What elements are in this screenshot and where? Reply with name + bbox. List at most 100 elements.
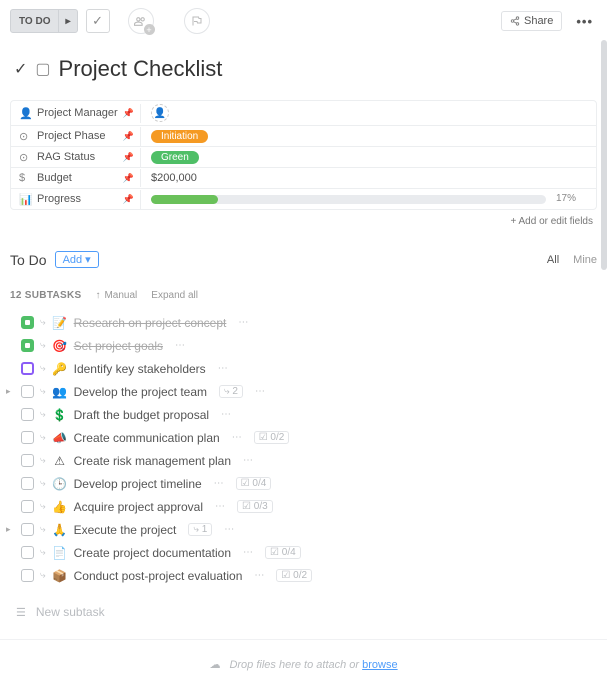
- details-icon[interactable]: ⋯: [224, 524, 234, 535]
- field-row: ⊙RAG Status📌Green: [11, 146, 596, 167]
- task-name[interactable]: Execute the project: [74, 523, 177, 537]
- task-row[interactable]: ▸⤷🙏Execute the project⤷ 1⋯: [0, 518, 607, 541]
- task-name[interactable]: Develop the project team: [74, 385, 207, 399]
- task-row[interactable]: ▸⤷👍Acquire project approval⋯☑ 0/3: [0, 495, 607, 518]
- task-name[interactable]: Set project goals: [74, 339, 163, 353]
- scrollbar[interactable]: [601, 40, 607, 270]
- task-checkbox[interactable]: [21, 477, 34, 490]
- progress-bar[interactable]: 17%: [151, 195, 546, 204]
- add-task-button[interactable]: Add▾: [55, 251, 99, 268]
- filter-mine[interactable]: Mine: [573, 254, 597, 266]
- subtask-count-badge[interactable]: ⤷ 1: [188, 523, 212, 536]
- tag[interactable]: Green: [151, 151, 199, 164]
- details-icon[interactable]: ⋯: [218, 363, 228, 374]
- priority-button[interactable]: [184, 8, 210, 34]
- task-name[interactable]: Develop project timeline: [74, 477, 202, 491]
- expand-all-button[interactable]: Expand all: [151, 290, 198, 301]
- assignees-button[interactable]: [128, 8, 154, 34]
- task-row[interactable]: ▸⤷📣Create communication plan⋯☑ 0/2: [0, 426, 607, 449]
- tag[interactable]: Initiation: [151, 130, 208, 143]
- task-name[interactable]: Create risk management plan: [74, 454, 231, 468]
- checklist-badge[interactable]: ☑ 0/3: [237, 500, 273, 513]
- field-row: $Budget📌$200,000: [11, 167, 596, 188]
- field-value[interactable]: 👤: [141, 101, 596, 125]
- task-name[interactable]: Acquire project approval: [74, 500, 203, 514]
- plus-icon: ☰: [16, 606, 26, 619]
- new-subtask-input[interactable]: ☰ New subtask: [0, 597, 607, 627]
- checklist-badge[interactable]: ☑ 0/4: [265, 546, 301, 559]
- details-icon[interactable]: ⋯: [232, 432, 242, 443]
- task-row[interactable]: ▸⤷🔑Identify key stakeholders⋯: [0, 357, 607, 380]
- page-title[interactable]: Project Checklist: [59, 56, 223, 82]
- complete-button[interactable]: ✓: [86, 9, 110, 33]
- task-row[interactable]: ▸⤷📦Conduct post-project evaluation⋯☑ 0/2: [0, 564, 607, 587]
- sort-manual-button[interactable]: ↑ Manual: [95, 290, 137, 301]
- task-name[interactable]: Conduct post-project evaluation: [74, 569, 243, 583]
- checklist-badge[interactable]: ☑ 0/2: [254, 431, 290, 444]
- task-emoji: 📄: [52, 546, 68, 560]
- details-icon[interactable]: ⋯: [215, 501, 225, 512]
- details-icon[interactable]: ⋯: [243, 547, 253, 558]
- task-row[interactable]: ▸⤷💲Draft the budget proposal⋯: [0, 403, 607, 426]
- task-checkbox[interactable]: [21, 362, 34, 375]
- task-checkbox[interactable]: [21, 500, 34, 513]
- drop-zone[interactable]: ☁ Drop files here to attach or browse: [0, 639, 607, 689]
- task-checkbox[interactable]: [21, 385, 34, 398]
- task-status-pill[interactable]: TO DO ▸: [10, 9, 78, 33]
- task-name[interactable]: Identify key stakeholders: [74, 362, 206, 376]
- subtask-count-badge[interactable]: ⤷ 2: [219, 385, 243, 398]
- task-row[interactable]: ▸⤷🕒Develop project timeline⋯☑ 0/4: [0, 472, 607, 495]
- task-name[interactable]: Create project documentation: [74, 546, 231, 560]
- field-value[interactable]: Green: [141, 148, 596, 167]
- task-status-next[interactable]: ▸: [58, 10, 76, 32]
- details-icon[interactable]: ⋯: [255, 386, 265, 397]
- progress-pct: 17%: [556, 193, 576, 204]
- task-row[interactable]: ▸⤷⚠Create risk management plan⋯: [0, 449, 607, 472]
- pin-icon[interactable]: 📌: [123, 131, 134, 142]
- task-checkbox[interactable]: [21, 569, 34, 582]
- pin-icon[interactable]: 📌: [123, 152, 134, 163]
- assignee-placeholder[interactable]: 👤: [151, 104, 169, 122]
- details-icon[interactable]: ⋯: [238, 317, 248, 328]
- field-value[interactable]: Initiation: [141, 127, 596, 146]
- details-icon[interactable]: ⋯: [221, 409, 231, 420]
- details-icon[interactable]: ⋯: [214, 478, 224, 489]
- task-emoji: 💲: [52, 408, 68, 422]
- pin-icon[interactable]: 📌: [123, 108, 134, 119]
- task-checkbox[interactable]: [21, 316, 34, 329]
- task-checkbox[interactable]: [21, 431, 34, 444]
- expand-arrow-icon[interactable]: ▸: [6, 386, 15, 397]
- add-edit-fields-link[interactable]: + Add or edit fields: [0, 210, 607, 247]
- details-icon[interactable]: ⋯: [175, 340, 185, 351]
- subtask-icon: ⤷: [40, 524, 46, 535]
- task-checkbox[interactable]: [21, 339, 34, 352]
- checklist-badge[interactable]: ☑ 0/4: [236, 477, 272, 490]
- task-name[interactable]: Research on project concept: [74, 316, 227, 330]
- checklist-badge[interactable]: ☑ 0/2: [276, 569, 312, 582]
- task-row[interactable]: ▸⤷👥Develop the project team⤷ 2⋯: [0, 380, 607, 403]
- field-row: 👤Project Manager📌👤: [11, 101, 596, 125]
- task-row[interactable]: ▸⤷🎯Set project goals⋯: [0, 334, 607, 357]
- task-checkbox[interactable]: [21, 523, 34, 536]
- field-value[interactable]: $200,000: [141, 169, 596, 187]
- pin-icon[interactable]: 📌: [123, 173, 134, 184]
- share-button[interactable]: Share: [501, 11, 562, 31]
- more-menu-button[interactable]: •••: [572, 14, 597, 29]
- task-checkbox[interactable]: [21, 408, 34, 421]
- expand-arrow-icon[interactable]: ▸: [6, 524, 15, 535]
- details-icon[interactable]: ⋯: [254, 570, 264, 581]
- task-status-label: TO DO: [11, 16, 58, 27]
- browse-link[interactable]: browse: [362, 659, 397, 671]
- task-row[interactable]: ▸⤷📄Create project documentation⋯☑ 0/4: [0, 541, 607, 564]
- filter-all[interactable]: All: [547, 254, 559, 266]
- subtask-icon: ⤷: [40, 478, 46, 489]
- pin-icon[interactable]: 📌: [123, 194, 134, 205]
- field-value[interactable]: 17%: [141, 192, 596, 207]
- task-row[interactable]: ▸⤷📝Research on project concept⋯: [0, 311, 607, 334]
- task-name[interactable]: Draft the budget proposal: [74, 408, 209, 422]
- details-icon[interactable]: ⋯: [243, 455, 253, 466]
- task-name[interactable]: Create communication plan: [74, 431, 220, 445]
- chevron-down-icon: ▾: [85, 253, 91, 266]
- task-checkbox[interactable]: [21, 454, 34, 467]
- task-checkbox[interactable]: [21, 546, 34, 559]
